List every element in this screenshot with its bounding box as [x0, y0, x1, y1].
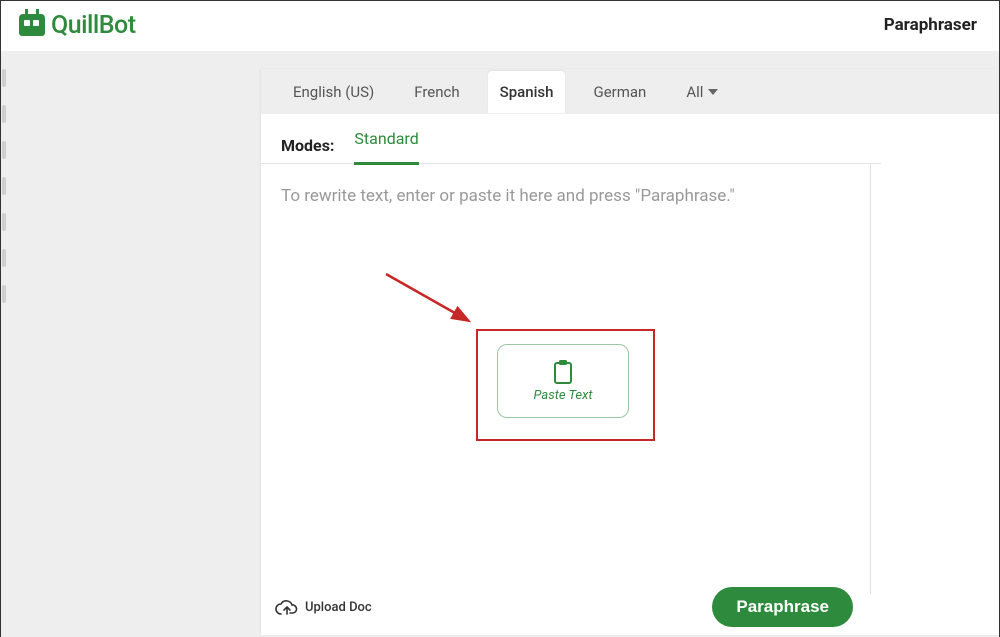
brand-name: QuillBot [51, 11, 136, 40]
tab-french[interactable]: French [402, 71, 471, 113]
paraphrase-button[interactable]: Paraphrase [712, 587, 853, 627]
paste-text-label: Paste Text [534, 388, 593, 403]
clipboard-icon [552, 359, 574, 385]
editor-placeholder: To rewrite text, enter or paste it here … [281, 186, 850, 206]
chevron-down-icon [708, 89, 718, 95]
tab-all-languages[interactable]: All [674, 71, 730, 113]
workspace: English (US) French Spanish German All M… [1, 51, 999, 637]
tab-spanish[interactable]: Spanish [488, 71, 566, 113]
paraphraser-panel: English (US) French Spanish German All M… [261, 69, 999, 635]
upload-doc-label: Upload Doc [305, 600, 372, 615]
cloud-upload-icon [275, 600, 297, 615]
tool-title: Paraphraser [884, 15, 977, 35]
tab-german[interactable]: German [581, 71, 658, 113]
left-rail [1, 51, 11, 637]
paste-text-button[interactable]: Paste Text [497, 344, 629, 418]
modes-row: Modes: Standard [261, 114, 881, 164]
mode-standard[interactable]: Standard [354, 129, 418, 165]
upload-doc-button[interactable]: Upload Doc [275, 600, 372, 615]
tab-english-us[interactable]: English (US) [281, 71, 386, 113]
brand-logo[interactable]: QuillBot [19, 11, 136, 40]
modes-label: Modes: [281, 136, 334, 155]
input-editor[interactable]: To rewrite text, enter or paste it here … [261, 164, 871, 594]
tab-all-label: All [686, 83, 703, 101]
app-header: QuillBot Paraphraser [1, 1, 999, 51]
editor-footer: Upload Doc Paraphrase [261, 587, 871, 629]
annotation-arrow-icon [381, 269, 491, 339]
language-tabs: English (US) French Spanish German All [261, 69, 999, 114]
robot-icon [19, 14, 45, 36]
